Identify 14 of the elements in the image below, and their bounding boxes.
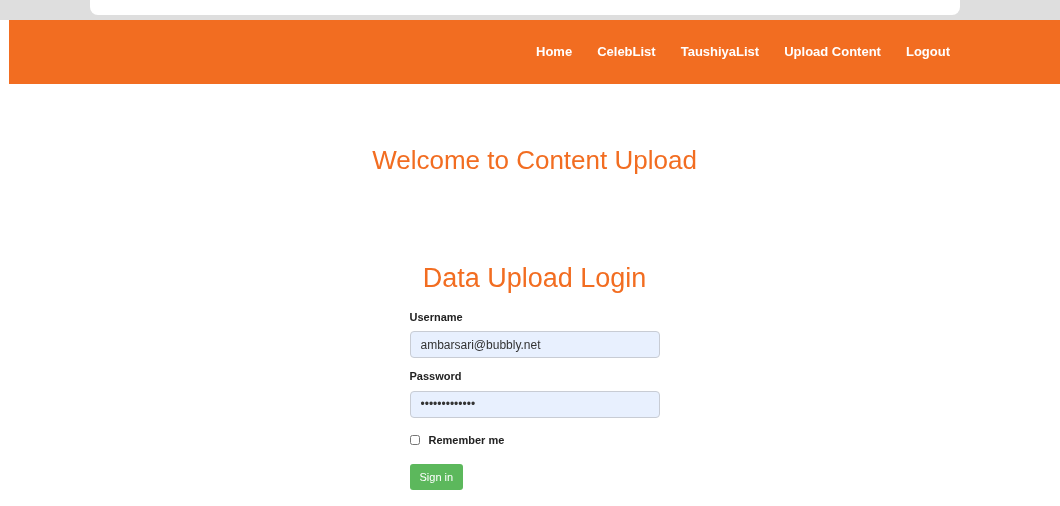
- field-label: Password: [409, 369, 463, 384]
- input-field[interactable]: •••••••••••••: [409, 390, 660, 418]
- field-label: Username: [409, 309, 464, 325]
- login-title: Data Upload Login: [422, 262, 647, 295]
- remember-checkbox[interactable]: [409, 434, 420, 445]
- checkbox-label: Remember me: [428, 432, 505, 448]
- nav-link[interactable]: CelebList: [597, 42, 656, 62]
- nav-link[interactable]: Upload Content: [784, 42, 881, 62]
- nav-link[interactable]: TaushiyaList: [680, 42, 760, 62]
- nav-link[interactable]: Home: [536, 42, 573, 62]
- page-title: Welcome to Content Upload: [372, 144, 697, 177]
- input-field[interactable]: ambarsari@bubbly.net: [409, 331, 660, 358]
- nav-link[interactable]: Logout: [905, 42, 950, 62]
- sign-in-button[interactable]: Sign in: [409, 464, 464, 490]
